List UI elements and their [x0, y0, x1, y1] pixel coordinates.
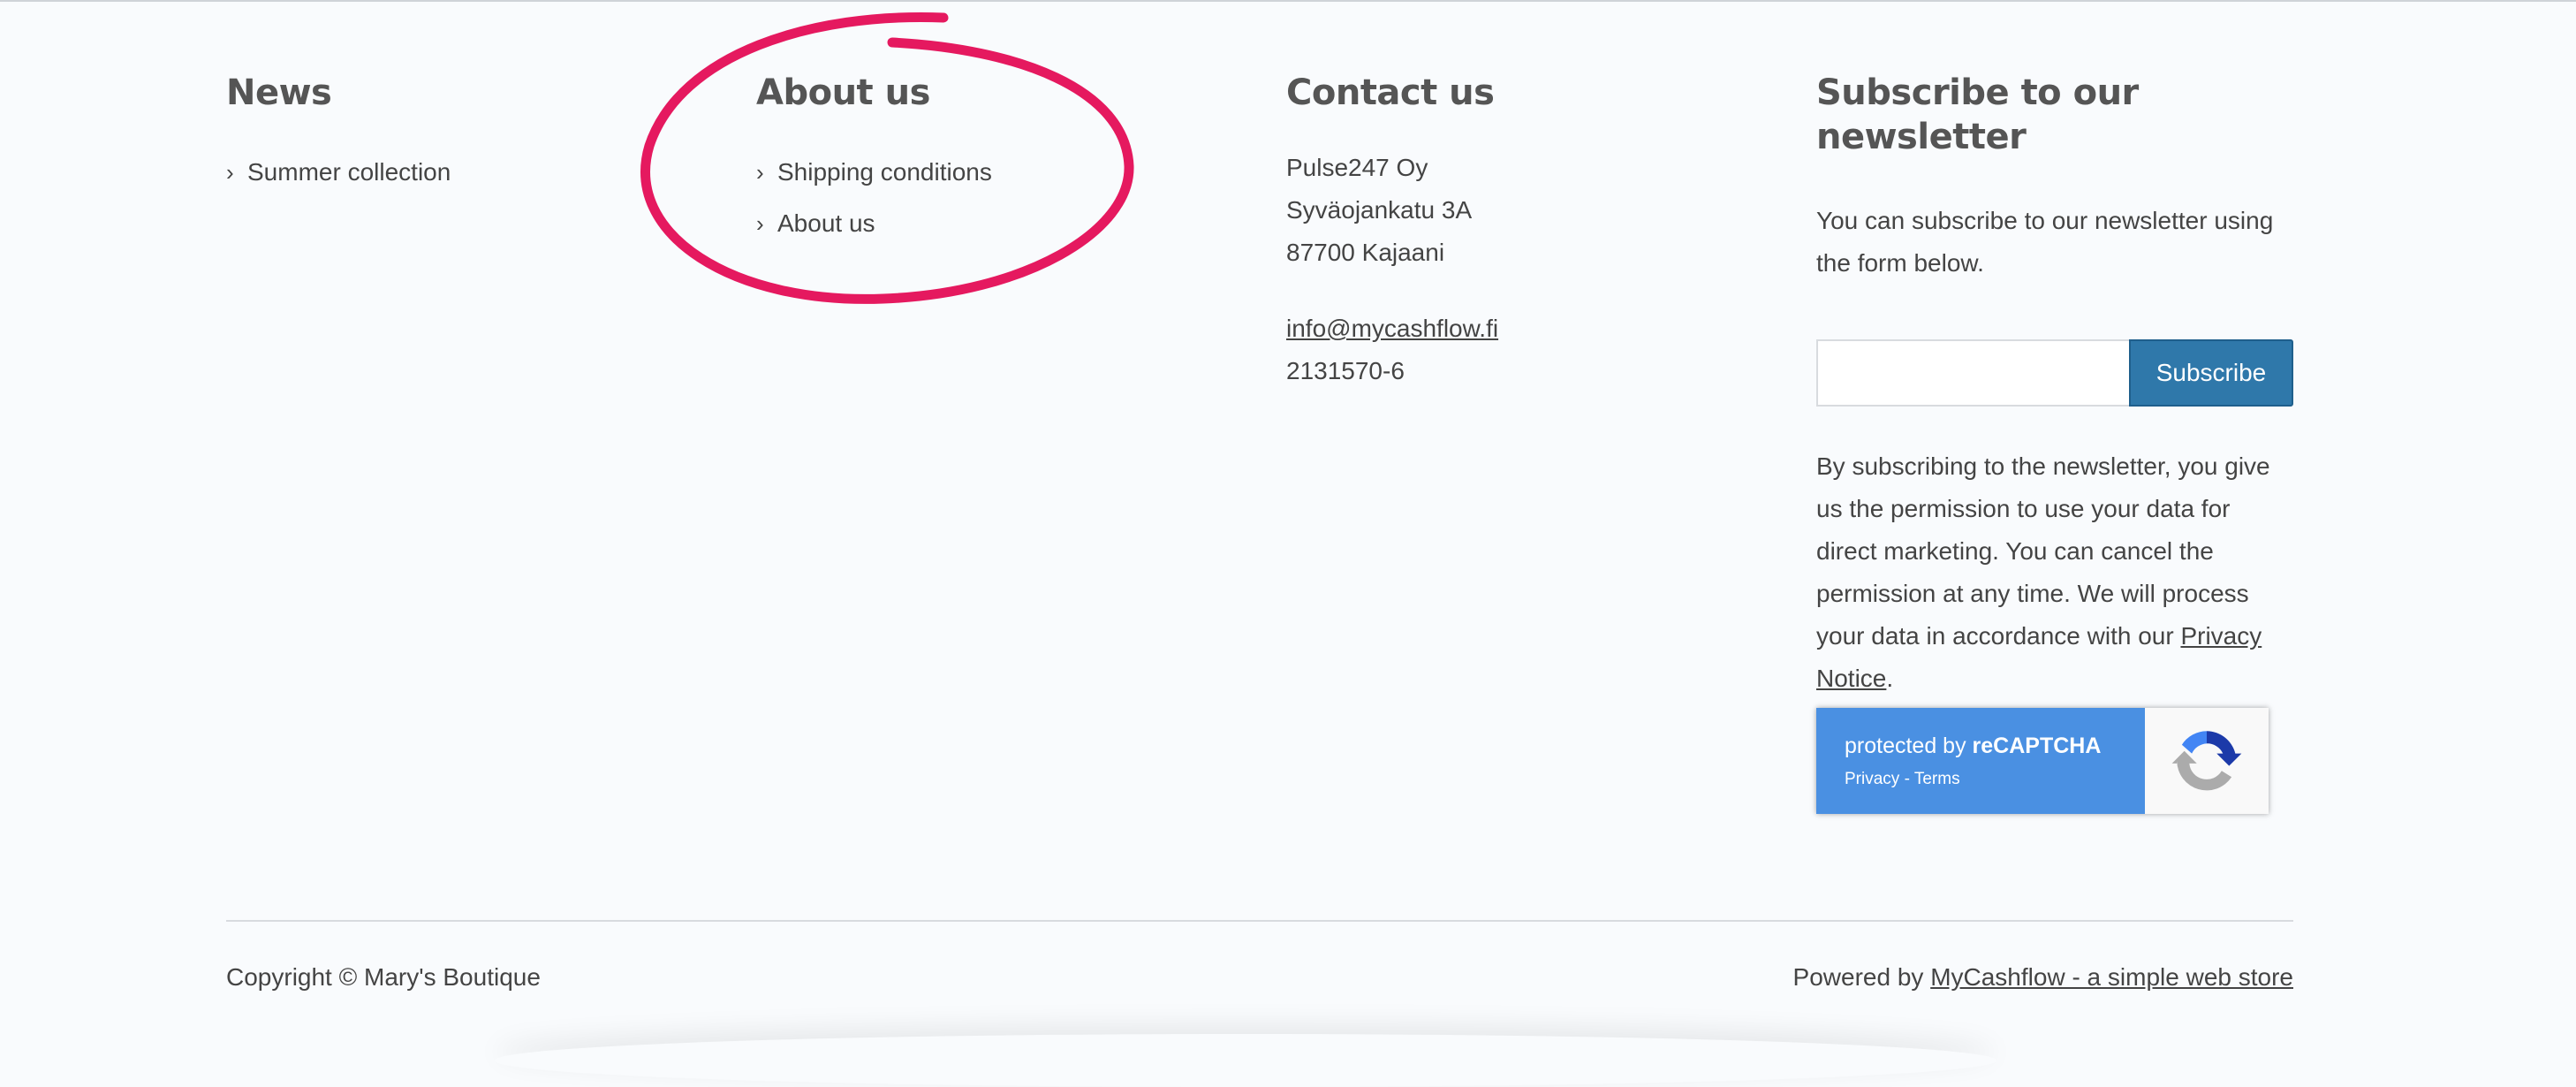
- footer-divider: [226, 920, 2293, 922]
- street-address: Syväojankatu 3A: [1286, 196, 1473, 224]
- recaptcha-brand: reCAPTCHA: [1972, 734, 2102, 758]
- recaptcha-prefix: protected by: [1845, 734, 1973, 758]
- recaptcha-separator: -: [1899, 770, 1914, 788]
- bottom-shadow: [495, 1034, 1996, 1087]
- city-address: 87700 Kajaani: [1286, 239, 1445, 266]
- company-name: Pulse247 Oy: [1286, 154, 1428, 181]
- recaptcha-icon: [2171, 731, 2242, 791]
- contact-heading: Contact us: [1286, 72, 1495, 113]
- news-links: › Summer collection: [226, 147, 686, 198]
- newsletter-column: Subscribe to our newsletter You can subs…: [1816, 71, 2293, 700]
- recaptcha-badge: protected by reCAPTCHA Privacy - Terms: [1816, 708, 2269, 814]
- recaptcha-panel: protected by reCAPTCHA Privacy - Terms: [1816, 708, 2145, 814]
- news-column: News › Summer collection: [226, 71, 686, 198]
- contact-column: Contact us Pulse247 Oy Syväojankatu 3A 8…: [1286, 71, 1763, 392]
- business-id: 2131570-6: [1286, 357, 1405, 384]
- about-link-label: Shipping conditions: [777, 158, 992, 186]
- newsletter-intro: You can subscribe to our newsletter usin…: [1816, 207, 2274, 277]
- chevron-right-icon: ›: [756, 210, 764, 237]
- top-divider: [0, 0, 2576, 2]
- recaptcha-privacy-link[interactable]: Privacy: [1845, 770, 1899, 788]
- about-heading: About us: [756, 72, 930, 113]
- contact-details: Pulse247 Oy Syväojankatu 3A 87700 Kajaan…: [1286, 147, 1763, 392]
- newsletter-email-input[interactable]: [1816, 339, 2129, 407]
- chevron-right-icon: ›: [756, 159, 764, 186]
- newsletter-heading: Subscribe to our newsletter: [1816, 72, 2139, 157]
- about-link-label: About us: [777, 209, 875, 237]
- copyright-text: Copyright © Mary's Boutique: [226, 963, 541, 991]
- subscribe-button[interactable]: Subscribe: [2129, 339, 2293, 407]
- news-link-label: Summer collection: [247, 158, 451, 186]
- about-column: About us › Shipping conditions › About us: [756, 71, 1216, 249]
- about-links: › Shipping conditions › About us: [756, 147, 1216, 249]
- newsletter-privacy-text: By subscribing to the newsletter, you gi…: [1816, 445, 2293, 700]
- recaptcha-protected-text: protected by reCAPTCHA: [1845, 731, 2117, 761]
- privacy-text-body: By subscribing to the newsletter, you gi…: [1816, 452, 2270, 650]
- recaptcha-logo: [2145, 708, 2269, 814]
- news-link-summer-collection[interactable]: › Summer collection: [226, 147, 686, 198]
- powered-by: Powered by MyCashflow - a simple web sto…: [1793, 960, 2293, 995]
- news-heading: News: [226, 72, 332, 113]
- recaptcha-terms-link[interactable]: Terms: [1914, 770, 1960, 788]
- powered-by-link[interactable]: MyCashflow - a simple web store: [1930, 963, 2293, 991]
- about-link-shipping-conditions[interactable]: › Shipping conditions: [756, 147, 1216, 198]
- subscribe-form: Subscribe: [1816, 339, 2293, 407]
- about-link-about-us[interactable]: › About us: [756, 198, 1216, 249]
- recaptcha-links: Privacy - Terms: [1845, 766, 2117, 793]
- chevron-right-icon: ›: [226, 159, 234, 186]
- powered-by-prefix: Powered by: [1792, 963, 1931, 991]
- privacy-text-end: .: [1886, 665, 1894, 692]
- email-link[interactable]: info@mycashflow.fi: [1286, 315, 1498, 342]
